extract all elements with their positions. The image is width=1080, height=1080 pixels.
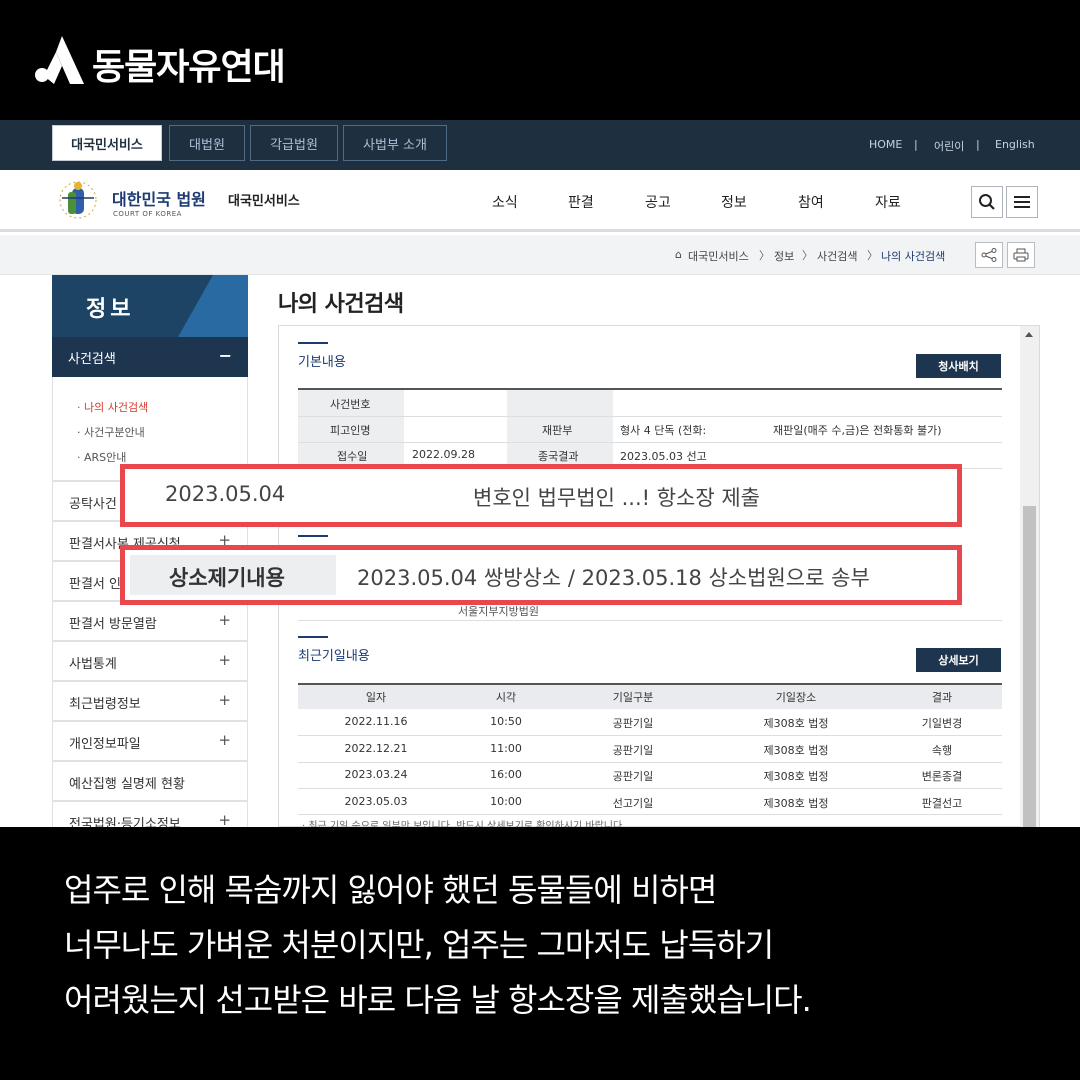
label-trial-division: 재판부	[542, 424, 573, 437]
sidebar-item-label: 사건검색	[68, 352, 116, 367]
expand-icon[interactable]: +	[218, 691, 231, 709]
caption-line: 업주로 인해 목숨까지 잃어야 했던 동물들에 비하면	[64, 871, 717, 909]
gnb-tab-about[interactable]: 사법부 소개	[343, 125, 447, 161]
sidebar-item[interactable]: 최근법령정보 +	[52, 681, 248, 721]
share-button[interactable]	[975, 242, 1003, 268]
submenu-case-types[interactable]: · 사건구분안내	[77, 424, 145, 440]
highlight-appeal-filed: 2023.05.04 변호인 법무법인 ...! 항소장 제출	[120, 464, 962, 527]
util-separator: |	[976, 138, 980, 151]
table-note: · 최근 기일 순으로 일부만 보입니다. 반드시 상세보기로 확인하시기 바랍…	[302, 821, 626, 827]
sidebar-item[interactable]: 사법통계 +	[52, 641, 248, 681]
sidebar-item[interactable]: 전국법원·등기소정보 +	[52, 801, 248, 827]
triangle-person-logo	[35, 36, 84, 84]
submenu-ars[interactable]: · ARS안내	[77, 449, 126, 465]
page-title: 나의 사건검색	[278, 292, 404, 317]
value-trial-note: 재판일(매주 수,금)은 전화통화 불가)	[773, 424, 942, 437]
global-nav-bar: 대국민서비스 대법원 각급법원 사법부 소개 HOME | 어린이 | Engl…	[0, 120, 1080, 170]
col-place: 기일장소	[775, 691, 817, 704]
sidebar-title-text: 정보	[86, 297, 135, 322]
label-final-result: 종국결과	[538, 450, 579, 463]
breadcrumb-separator: 〉	[867, 249, 878, 262]
printer-icon	[1013, 248, 1029, 262]
gnb-tab-supreme-court[interactable]: 대법원	[169, 125, 245, 161]
value-trial-division: 형사 4 단독 (전화:	[620, 424, 707, 437]
scroll-up-arrow-icon[interactable]	[1025, 332, 1033, 337]
util-home-link[interactable]: HOME	[869, 138, 902, 151]
sidebar-item[interactable]: 판결서 방문열람 +	[52, 601, 248, 641]
breadcrumb-current: 나의 사건검색	[881, 250, 946, 263]
util-english-link[interactable]: English	[995, 138, 1035, 151]
brand-name: 동물자유연대	[92, 47, 286, 88]
section-title-recent: 최근기일내용	[298, 649, 370, 664]
expand-icon[interactable]: +	[218, 731, 231, 749]
gnb-tab-courts[interactable]: 각급법원	[250, 125, 338, 161]
breadcrumb-item[interactable]: 사건검색	[817, 248, 857, 264]
partial-row-court: 서울지부지방법원	[458, 605, 539, 618]
highlight-appeal-content: 상소제기내용 2023.05.04 쌍방상소 / 2023.05.18 상소법원…	[120, 545, 962, 605]
court-emblem-icon[interactable]	[52, 178, 104, 226]
hamburger-icon	[1014, 196, 1030, 208]
menu-materials[interactable]: 자료	[875, 192, 901, 212]
value-final-result: 2023.05.03 선고	[620, 450, 707, 463]
breadcrumb-item[interactable]: 대국민서비스	[688, 248, 749, 264]
breadcrumb-separator: 〉	[759, 249, 770, 262]
sidebar-title: 정보	[52, 275, 248, 337]
label-defendant: 피고인명	[330, 424, 371, 437]
col-type: 기일구분	[612, 691, 654, 704]
brand-header: 동물자유연대	[0, 0, 1080, 120]
menu-news[interactable]: 소식	[492, 192, 518, 212]
caption-line: 어려웠는지 선고받은 바로 다음 날 항소장을 제출했습니다.	[64, 981, 812, 1019]
home-icon[interactable]: ⌂	[675, 248, 682, 261]
caption-line: 너무나도 가벼운 처분이지만, 업주는 그마저도 납득하기	[64, 926, 774, 964]
util-separator: |	[914, 138, 918, 151]
sidebar-item[interactable]: 개인정보파일 +	[52, 721, 248, 761]
seating-chart-button[interactable]: 청사배치	[916, 354, 1001, 378]
col-time: 시각	[495, 691, 517, 704]
menu-button[interactable]	[1006, 186, 1038, 218]
gnb-tab-public-service[interactable]: 대국민서비스	[52, 125, 162, 161]
share-icon	[981, 248, 997, 262]
highlight-date: 2023.05.04	[165, 482, 286, 506]
expand-icon[interactable]: +	[218, 611, 231, 629]
col-result: 결과	[931, 691, 953, 704]
highlight-appeal-detail: 2023.05.04 쌍방상소 / 2023.05.18 상소법원으로 송부	[357, 566, 870, 590]
section-title-basic: 기본내용	[298, 355, 346, 370]
vertical-scrollbar[interactable]	[1020, 326, 1039, 827]
highlight-label: 상소제기내용	[169, 566, 285, 590]
label-received-date: 접수일	[337, 450, 368, 463]
value-received-date: 2022.09.28	[412, 448, 475, 461]
sidebar-item-case-search[interactable]: 사건검색 −	[52, 337, 248, 377]
submenu-my-case-search[interactable]: · 나의 사건검색	[77, 399, 148, 415]
sidebar-item[interactable]: 예산집행 실명제 현황	[52, 761, 248, 801]
menu-participation[interactable]: 참여	[798, 192, 824, 212]
court-website-screenshot: 대국민서비스 대법원 각급법원 사법부 소개 HOME | 어린이 | Engl…	[0, 120, 1080, 827]
site-header: 대한민국 법원 COURT OF KOREA 대국민서비스 소식 판결 공고 정…	[0, 170, 1080, 232]
menu-notice[interactable]: 공고	[645, 192, 671, 212]
menu-judgment[interactable]: 판결	[568, 192, 594, 212]
breadcrumb-item[interactable]: 정보	[774, 248, 794, 264]
detail-view-button[interactable]: 상세보기	[916, 648, 1001, 672]
col-date: 일자	[365, 691, 387, 704]
search-button[interactable]	[971, 186, 1003, 218]
court-name: 대한민국 법원	[112, 190, 206, 209]
service-name: 대국민서비스	[228, 194, 300, 209]
caption-panel: 업주로 인해 목숨까지 잃어야 했던 동물들에 비하면 너무나도 가벼운 처분이…	[0, 827, 1080, 1080]
menu-info[interactable]: 정보	[721, 192, 747, 212]
breadcrumb: ⌂ 대국민서비스 〉 정보 〉 사건검색 〉 나의 사건검색	[0, 235, 1080, 275]
search-icon	[979, 194, 995, 210]
util-kids-link[interactable]: 어린이	[934, 138, 964, 154]
collapse-icon[interactable]: −	[219, 346, 232, 365]
print-button[interactable]	[1007, 242, 1035, 268]
expand-icon[interactable]: +	[218, 651, 231, 669]
expand-icon[interactable]: +	[218, 811, 231, 827]
label-case-number: 사건번호	[330, 398, 371, 411]
court-name-english: COURT OF KOREA	[113, 210, 182, 218]
highlight-appeal-text: 변호인 법무법인 ...! 항소장 제출	[473, 486, 760, 510]
breadcrumb-separator: 〉	[802, 249, 813, 262]
scroll-thumb[interactable]	[1023, 506, 1036, 827]
